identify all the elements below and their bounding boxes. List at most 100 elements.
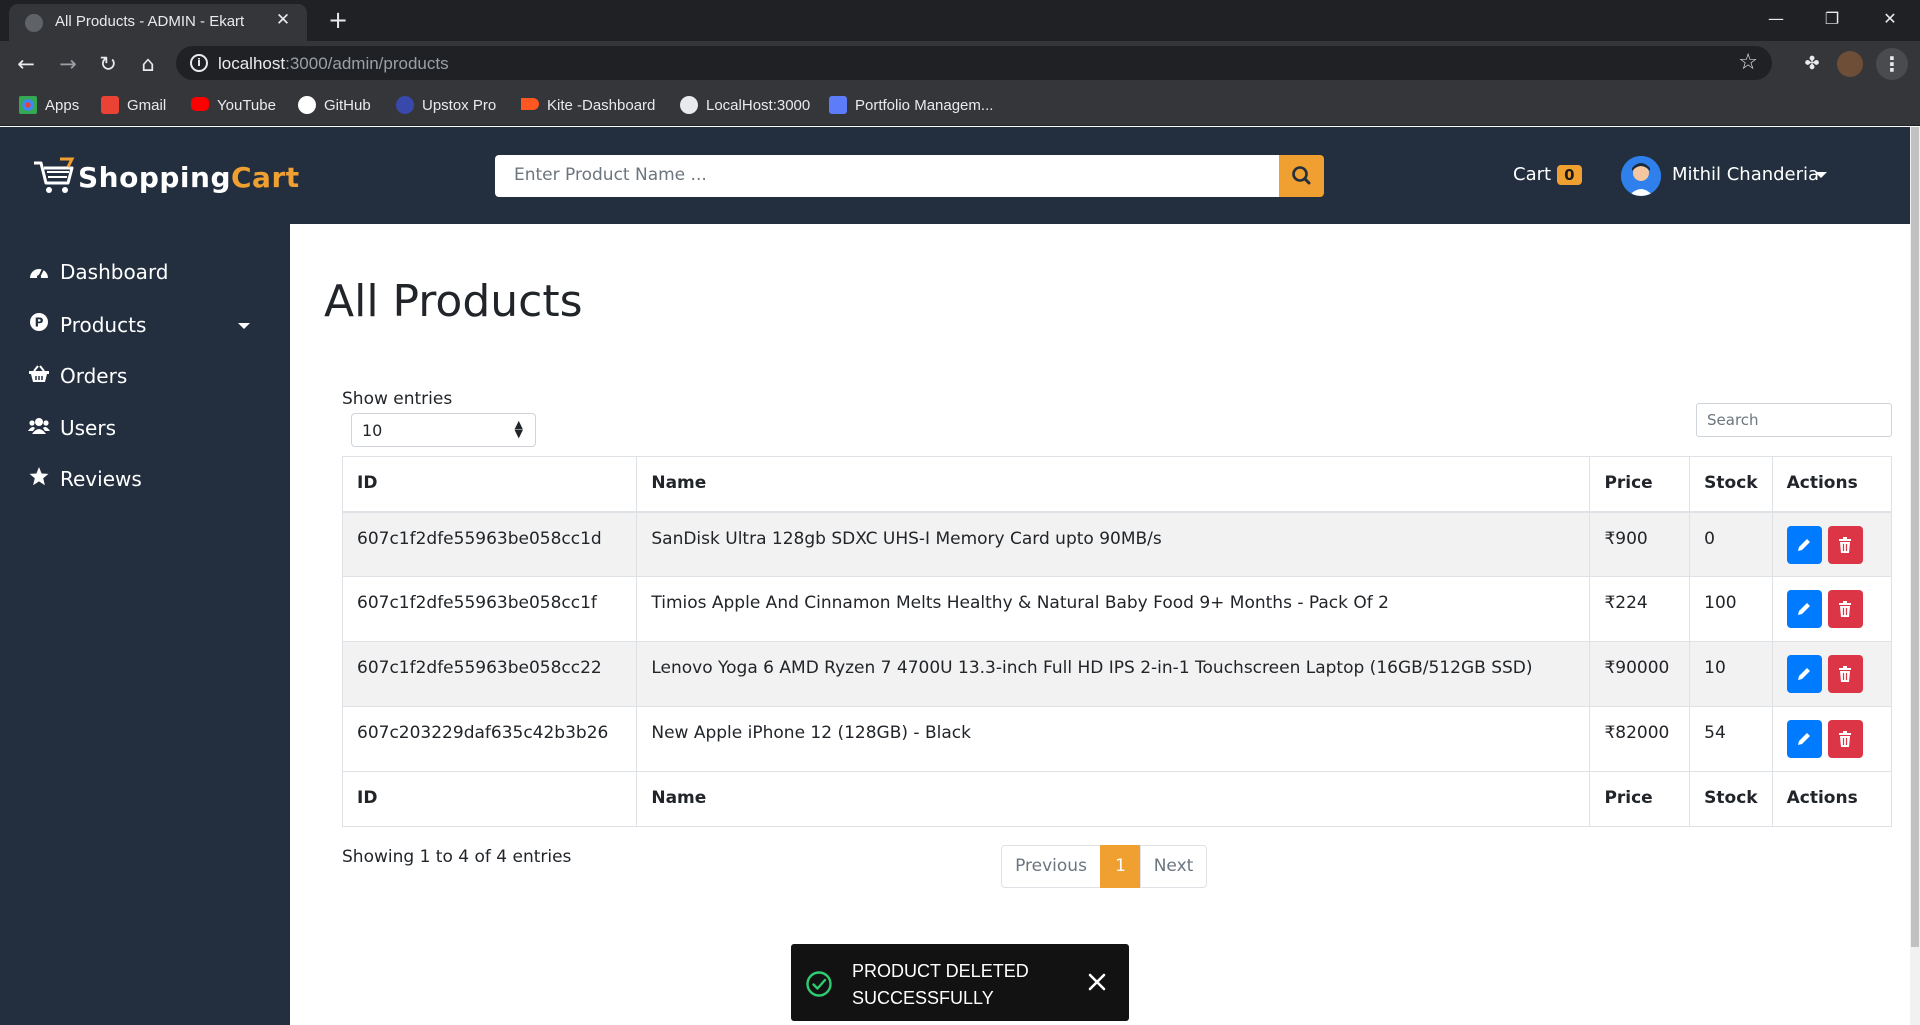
apps-grid-icon	[19, 96, 37, 115]
check-circle-icon	[806, 971, 832, 997]
close-window-button[interactable]: ✕	[1866, 4, 1914, 34]
toast-message: PRODUCT DELETED SUCCESSFULLY	[852, 961, 1029, 1008]
tab-favicon-icon	[25, 14, 43, 32]
edit-product-button[interactable]	[1786, 655, 1822, 693]
cell-name: SanDisk Ultra 128gb SDXC UHS-I Memory Ca…	[636, 511, 1591, 577]
column-footer-price: Price	[1589, 771, 1691, 827]
bookmark-portfolio[interactable]: Portfolio Managem...	[829, 95, 993, 117]
trash-icon	[1838, 666, 1851, 682]
pencil-icon	[1797, 668, 1810, 680]
cell-stock: 0	[1689, 511, 1773, 577]
cell-actions	[1771, 511, 1893, 577]
product-search-input[interactable]: Enter Product Name ...	[495, 155, 1279, 197]
edit-product-button[interactable]	[1786, 525, 1822, 564]
browser-tab[interactable]: All Products - ADMIN - Ekart ✕	[9, 4, 307, 41]
page-scrollbar[interactable]	[1910, 127, 1920, 1025]
column-footer-stock: Stock	[1689, 771, 1773, 827]
cell-stock: 100	[1689, 576, 1773, 642]
user-avatar	[1621, 156, 1661, 196]
browser-tabstrip: All Products - ADMIN - Ekart ✕ + — ❐ ✕	[0, 0, 1920, 41]
address-url[interactable]: localhost:3000/admin/products	[218, 54, 449, 74]
back-icon[interactable]: ←	[12, 50, 40, 78]
minimize-button[interactable]: —	[1752, 4, 1800, 34]
pagination-previous-button[interactable]: Previous	[1001, 845, 1101, 888]
home-icon[interactable]: ⌂	[134, 50, 162, 78]
column-header-name[interactable]: Name	[636, 456, 1591, 513]
bookmark-apps[interactable]: Apps	[19, 95, 79, 117]
delete-product-button[interactable]	[1827, 590, 1863, 628]
product-search-button[interactable]	[1279, 155, 1324, 197]
forward-icon[interactable]: →	[54, 50, 82, 78]
cell-id: 607c1f2dfe55963be058cc1d	[341, 511, 638, 577]
kite-icon	[521, 98, 539, 111]
products-caret-down-icon[interactable]	[238, 323, 250, 329]
edit-product-button[interactable]	[1786, 720, 1822, 758]
success-toast: PRODUCT DELETED SUCCESSFULLY	[791, 944, 1129, 1021]
cell-id: 607c1f2dfe55963be058cc1f	[341, 576, 638, 642]
user-name: Mithil Chanderia	[1672, 164, 1820, 185]
portfolio-icon	[829, 96, 847, 115]
edit-product-button[interactable]	[1786, 590, 1822, 628]
bookmark-localhost[interactable]: LocalHost:3000	[680, 95, 810, 117]
delete-product-button[interactable]	[1827, 720, 1863, 758]
extensions-icon[interactable]: ✤	[1799, 51, 1825, 77]
table-header-row: ID Name Price Stock Actions	[341, 456, 1893, 513]
table-footer-row: ID Name Price Stock Actions	[341, 771, 1893, 827]
star-icon	[28, 464, 50, 494]
pagination-next-button[interactable]: Next	[1140, 845, 1207, 888]
table-row: 607c1f2dfe55963be058cc1d SanDisk Ultra 1…	[341, 511, 1893, 577]
sidebar-item-users[interactable]: Users	[28, 413, 116, 443]
cell-price: ₹82000	[1589, 706, 1691, 772]
cart-link[interactable]: Cart 0	[1513, 164, 1582, 185]
restore-button[interactable]: ❐	[1808, 4, 1856, 34]
bookmark-youtube[interactable]: YouTube	[191, 95, 276, 117]
bookmark-gmail[interactable]: Gmail	[101, 95, 166, 117]
select-arrows-icon: ▲ ▼	[514, 418, 523, 440]
svg-text:P: P	[35, 316, 44, 330]
column-header-id[interactable]: ID	[341, 456, 638, 513]
tab-close-icon[interactable]: ✕	[273, 10, 293, 30]
sidebar-item-label: Dashboard	[60, 260, 169, 284]
cell-stock: 10	[1689, 641, 1773, 707]
reload-icon[interactable]: ↻	[94, 50, 122, 78]
sidebar-item-dashboard[interactable]: Dashboard	[28, 257, 169, 287]
product-search-placeholder: Enter Product Name ...	[514, 165, 707, 185]
tab-title: All Products - ADMIN - Ekart	[55, 13, 245, 30]
browser-profile-avatar[interactable]	[1837, 51, 1863, 77]
pencil-icon	[1797, 603, 1810, 615]
column-header-actions: Actions	[1771, 456, 1893, 513]
gmail-icon	[101, 96, 119, 115]
column-header-stock[interactable]: Stock	[1689, 456, 1773, 513]
sidebar-item-products[interactable]: P Products	[28, 310, 146, 340]
delete-product-button[interactable]	[1827, 655, 1863, 693]
sidebar-item-label: Products	[60, 313, 147, 337]
cell-stock: 54	[1689, 706, 1773, 772]
cell-id: 607c203229daf635c42b3b26	[341, 706, 638, 772]
user-caret-down-icon	[1815, 172, 1827, 178]
scrollbar-thumb[interactable]	[1911, 127, 1919, 947]
table-search-input[interactable]: Search	[1696, 403, 1892, 437]
sidebar-item-reviews[interactable]: Reviews	[28, 464, 142, 494]
sidebar-item-orders[interactable]: Orders	[28, 361, 127, 391]
delete-product-button[interactable]	[1827, 525, 1863, 564]
browser-menu-icon[interactable]: ⋮	[1876, 48, 1908, 80]
cell-name: Lenovo Yoga 6 AMD Ryzen 7 4700U 13.3-inc…	[636, 641, 1591, 707]
app-header: ShoppingCart Enter Product Name ... Cart…	[0, 127, 1910, 224]
globe-icon	[680, 96, 698, 115]
bookmark-upstox[interactable]: Upstox Pro	[396, 95, 496, 117]
table-row: 607c1f2dfe55963be058cc1f Timios Apple An…	[341, 576, 1893, 642]
bookmark-github[interactable]: GitHub	[298, 95, 371, 117]
toast-close-icon[interactable]	[1083, 968, 1111, 996]
new-tab-button[interactable]: +	[325, 7, 351, 33]
pagination-page-1-button[interactable]: 1	[1100, 845, 1141, 888]
bookmark-kite[interactable]: Kite -Dashboard	[521, 95, 655, 117]
product-icon: P	[28, 310, 50, 340]
address-bar[interactable]: i localhost:3000/admin/products ☆	[176, 46, 1772, 80]
entries-per-page-select[interactable]: 10 ▲ ▼	[351, 413, 536, 447]
column-footer-actions: Actions	[1771, 771, 1893, 827]
bookmark-star-icon[interactable]: ☆	[1738, 50, 1758, 75]
cell-price: ₹224	[1589, 576, 1691, 642]
admin-sidebar: Dashboard P Products Orders Users Review…	[0, 224, 290, 1025]
site-info-icon[interactable]: i	[190, 54, 208, 72]
column-header-price[interactable]: Price	[1589, 456, 1691, 513]
